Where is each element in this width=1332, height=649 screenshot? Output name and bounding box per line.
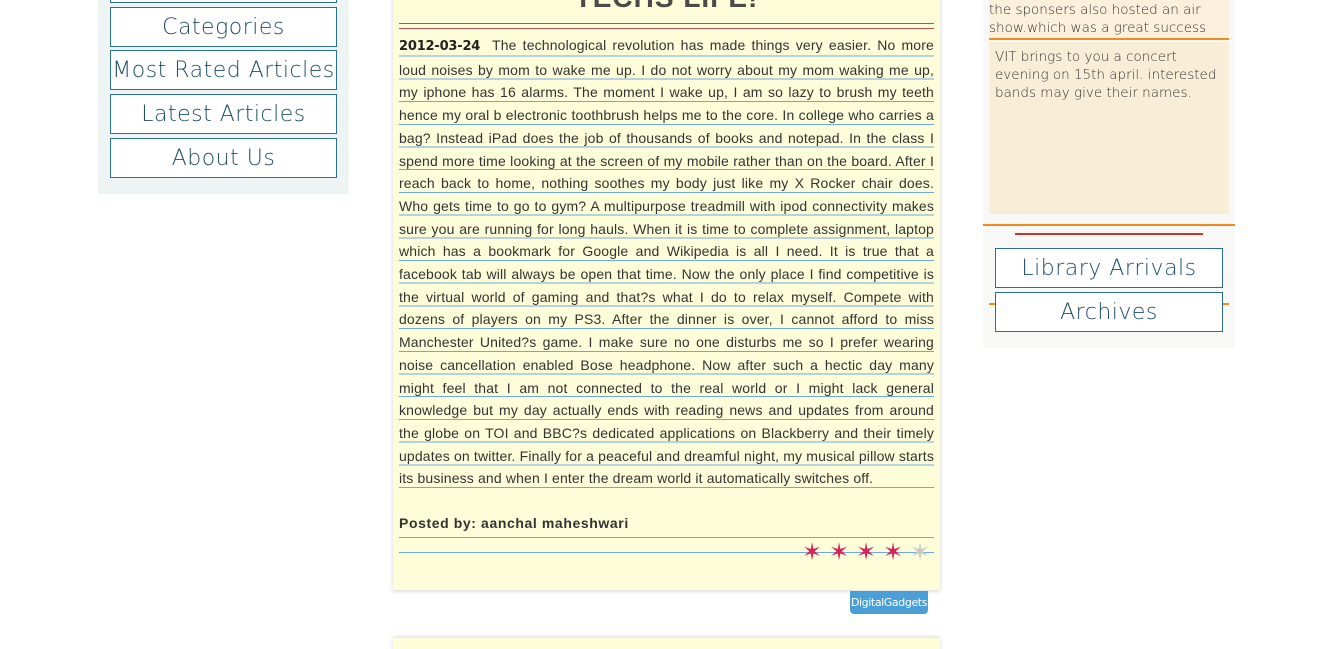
news-text: the sponsers also hosted an air show.whi…	[989, 2, 1207, 36]
article-body: 2012-03-24 The technological revolution …	[399, 34, 934, 491]
article-date: 2012-03-24	[399, 39, 481, 54]
title-divider	[399, 23, 934, 24]
nav-button-most-rated-articles[interactable]: Most Rated Articles	[110, 50, 337, 90]
article-text: The technological revolution has made th…	[399, 37, 934, 487]
news-item-current: VIT brings to you a concert evening on 1…	[989, 42, 1229, 214]
star-icon[interactable]: ✶	[827, 540, 851, 564]
article-title[interactable]: TECHS LIFE!	[393, 0, 940, 14]
posted-by: Posted by: aanchal maheshwari	[399, 515, 934, 538]
star-icon[interactable]: ✶	[908, 540, 932, 564]
news-text: VIT brings to you a concert evening on 1…	[995, 49, 1217, 101]
nav-button-top-cut[interactable]	[110, 0, 337, 3]
article-card: TECHS LIFE! 2012-03-24 The technological…	[393, 0, 940, 590]
news-item-previous: the sponsers also hosted an air show.whi…	[989, 0, 1229, 40]
nav-button-archives[interactable]: Archives	[995, 292, 1223, 332]
category-tag-button[interactable]: DigitalGadgets	[850, 591, 928, 614]
nav-button-library-arrivals[interactable]: Library Arrivals	[995, 248, 1223, 288]
title-divider	[399, 28, 934, 29]
nav-button-categories[interactable]: Categories	[110, 7, 337, 47]
nav-button-latest-articles[interactable]: Latest Articles	[110, 94, 337, 134]
right-sidebar: the sponsers also hosted an air show.whi…	[983, 0, 1235, 348]
next-article-card	[393, 638, 940, 649]
news-divider	[983, 224, 1235, 226]
section-divider	[1015, 233, 1203, 235]
star-icon[interactable]: ✶	[854, 540, 878, 564]
star-icon[interactable]: ✶	[800, 540, 824, 564]
star-icon[interactable]: ✶	[881, 540, 905, 564]
left-sidebar: Categories Most Rated Articles Latest Ar…	[98, 0, 349, 194]
star-rating[interactable]: ✶ ✶ ✶ ✶ ✶	[800, 540, 932, 564]
nav-button-about-us[interactable]: About Us	[110, 138, 337, 178]
